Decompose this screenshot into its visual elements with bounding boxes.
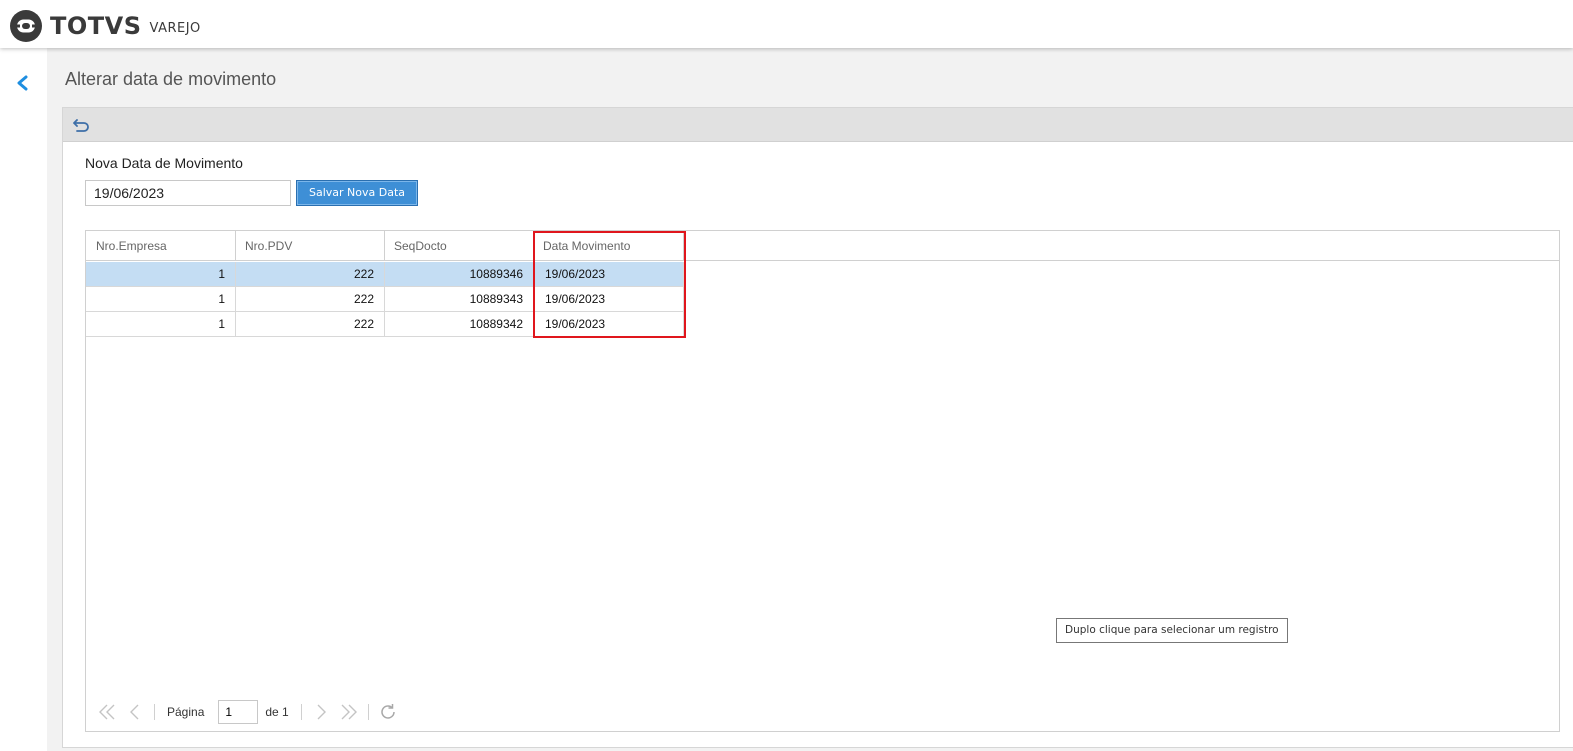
cell-nro-empresa: 1 [86, 312, 236, 336]
records-grid: Nro.Empresa Nro.PDV SeqDocto Data Movime… [85, 230, 1560, 732]
pagination-bar: Página de 1 [96, 699, 405, 725]
new-date-label: Nova Data de Movimento [85, 155, 243, 171]
totvs-logo-icon [10, 10, 42, 42]
page-label: Página [167, 705, 205, 719]
pager-separator [154, 704, 155, 720]
page-number-input[interactable] [218, 700, 259, 724]
top-header: TOTVS VAREJO [0, 0, 1573, 48]
pager-separator [367, 704, 369, 720]
grid-header: Nro.Empresa Nro.PDV SeqDocto Data Movime… [86, 231, 1559, 261]
page-count-label: de 1 [265, 705, 289, 719]
next-page-icon[interactable] [310, 701, 332, 723]
column-header-nro-empresa[interactable]: Nro.Empresa [86, 231, 236, 261]
refresh-icon[interactable] [377, 701, 399, 723]
last-page-icon[interactable] [338, 701, 360, 723]
cell-nro-empresa: 1 [86, 262, 236, 286]
save-new-date-button[interactable]: Salvar Nova Data [296, 180, 418, 206]
cell-data-movimento: 19/06/2023 [533, 262, 684, 286]
new-date-input[interactable] [85, 180, 291, 206]
cell-nro-pdv: 222 [235, 287, 385, 311]
totvs-logo[interactable]: TOTVS VAREJO [8, 8, 201, 44]
cell-seqdocto: 10889346 [384, 262, 534, 286]
cell-seqdocto: 10889342 [384, 312, 534, 336]
cell-data-movimento: 19/06/2023 [533, 312, 684, 336]
cell-nro-pdv: 222 [235, 262, 385, 286]
column-header-nro-pdv[interactable]: Nro.PDV [235, 231, 385, 261]
table-row[interactable]: 1 222 10889342 19/06/2023 [86, 312, 684, 337]
pager-separator [300, 704, 302, 720]
logo-text: TOTVS [50, 12, 142, 40]
cell-seqdocto: 10889343 [384, 287, 534, 311]
table-row[interactable]: 1 222 10889343 19/06/2023 [86, 287, 684, 312]
column-header-data-movimento[interactable]: Data Movimento [533, 231, 684, 261]
grid-tooltip: Duplo clique para selecionar um registro [1056, 618, 1288, 643]
panel-toolbar [63, 108, 1573, 142]
chevron-left-icon[interactable] [14, 74, 32, 92]
page-title: Alterar data de movimento [65, 69, 277, 89]
cell-nro-pdv: 222 [235, 312, 385, 336]
column-header-seqdocto[interactable]: SeqDocto [384, 231, 534, 261]
cell-data-movimento: 19/06/2023 [533, 287, 684, 311]
table-row[interactable]: 1 222 10889346 19/06/2023 [86, 262, 684, 287]
main-panel: Nova Data de Movimento Salvar Nova Data … [62, 107, 1573, 748]
first-page-icon[interactable] [96, 701, 118, 723]
prev-page-icon[interactable] [124, 701, 146, 723]
undo-icon[interactable] [73, 117, 91, 133]
logo-subtitle: VAREJO [149, 20, 201, 36]
cell-nro-empresa: 1 [86, 287, 236, 311]
left-sidebar [0, 48, 47, 751]
